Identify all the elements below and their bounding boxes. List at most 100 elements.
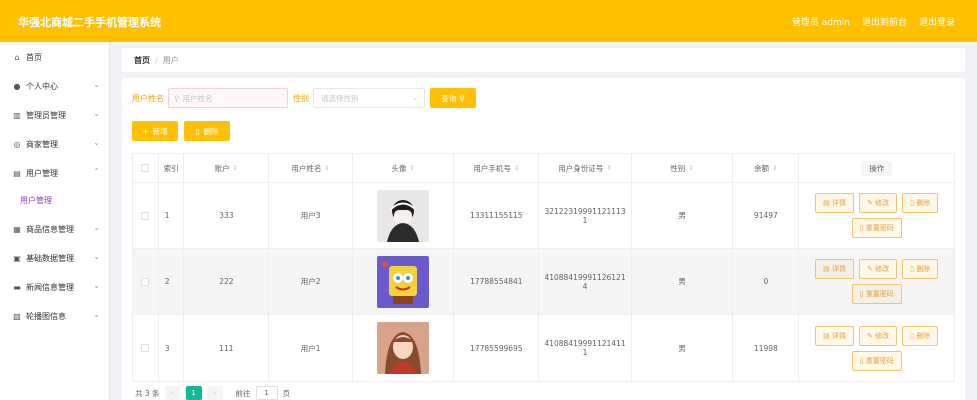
edit-button[interactable]: ✎ 修改 [859,193,898,213]
cell-name: 用户2 [269,249,353,314]
chevron-down-icon: ⌄ [412,94,418,102]
row-checkbox[interactable] [141,344,150,352]
cell-balance: 91497 [733,183,800,248]
document-icon: ▤ [823,331,830,340]
select-all-checkbox[interactable] [141,164,150,172]
col-gender[interactable]: 性别 ⇕ [632,154,734,182]
table-row: 1 333 用户3 13311155115 321223199911211131… [133,183,954,249]
sidebar-item-profile[interactable]: ● 个人中心 ⌄ [0,75,110,97]
sort-icon: ⇕ [772,164,778,172]
sidebar-subitem-user-management[interactable]: 用户管理 [0,190,110,210]
sidebar-item-merchants[interactable]: ◎ 商家管理 ⌄ [0,133,110,155]
search-icon: ⚲ [459,93,465,103]
gender-select[interactable]: 请选择性别 ⌄ [313,88,425,108]
col-balance[interactable]: 余额 ⇕ [733,154,800,182]
sidebar-item-users[interactable]: ▤ 用户管理 ⌃ [0,162,110,184]
chevron-down-icon: ⌄ [93,80,100,89]
goto-label: 前往 [235,388,251,398]
name-input[interactable]: ⚲ 用户姓名 [168,88,288,108]
col-phone[interactable]: 用户手机号 ⇕ [454,154,540,182]
sidebar-item-basic-data[interactable]: ▣ 基础数据管理 ⌄ [0,247,110,269]
delete-button[interactable]: ▯ 删除 [902,325,939,346]
trash-icon: ▤ [13,168,21,178]
edit-icon: ✎ [867,331,873,340]
breadcrumb-current: 用户 [162,55,179,65]
sidebar-item-products[interactable]: ▦ 商品信息管理 ⌄ [0,218,110,240]
prev-page-button[interactable]: ‹ [164,386,181,400]
col-name[interactable]: 用户姓名 ⇕ [269,154,353,182]
cell-index: 2 [159,249,185,314]
trash-icon: ▯ [195,126,200,136]
page-1-button[interactable]: 1 [185,386,202,400]
total-count: 共 3 条 [135,388,160,398]
gender-label: 性别 [293,93,309,103]
avatar-image[interactable] [377,322,430,374]
trash-icon: ▯ [859,224,864,232]
detail-button[interactable]: ▤ 详情 [815,259,855,279]
row-checkbox[interactable] [141,277,150,286]
add-button[interactable]: + 新增 [132,121,178,141]
cell-account: 333 [184,183,270,248]
logout-link[interactable]: 退出登录 [919,15,955,28]
col-avatar[interactable]: 头像 ⇕ [353,154,455,182]
reset-password-button[interactable]: ▯ 重置密码 [851,218,902,238]
sort-icon: ⇕ [409,164,415,172]
sidebar-item-home[interactable]: ⌂ 首页 [0,46,110,68]
reset-password-button[interactable]: ▯ 重置密码 [851,284,902,304]
sidebar-item-news[interactable]: ▬ 新闻信息管理 ⌄ [0,276,110,298]
next-page-button[interactable]: › [206,386,223,400]
to-frontend-link[interactable]: 退出到前台 [862,15,907,28]
home-icon: ⌂ [14,52,20,62]
row-checkbox[interactable] [141,211,150,220]
cell-idcard: 410884199911214111 [539,315,632,381]
trash-icon: ▯ [910,331,914,340]
sidebar: ⌂ 首页 ● 个人中心 ⌄ ▥ 管理员管理 ⌄ ◎ 商家管理 ⌄ ▤ 用户管理 … [0,42,110,400]
chevron-down-icon: ⌄ [93,109,100,118]
chat-icon: ▬ [13,282,21,292]
chevron-down-icon: ⌄ [93,281,100,290]
cell-index: 1 [159,183,185,248]
breadcrumb-home[interactable]: 首页 [134,55,150,66]
name-label: 用户姓名 [132,93,164,103]
detail-button[interactable]: ▤ 详情 [815,193,855,213]
cell-gender: 男 [632,183,734,248]
goto-page-input[interactable]: 1 [255,386,278,400]
query-button[interactable]: 查询 ⚲ [430,88,476,108]
document-icon: ▤ [823,199,830,207]
chevron-down-icon: ⌄ [93,138,100,147]
edit-button[interactable]: ✎ 修改 [859,259,898,279]
batch-delete-button[interactable]: ▯ 删除 [184,121,230,141]
cell-idcard: 410884199911261214 [539,249,632,314]
chevron-down-icon: ⌄ [93,252,100,261]
chevron-down-icon: ⌄ [93,310,100,319]
edit-icon: ✎ [867,199,873,207]
search-form: 用户姓名 ⚲ 用户姓名 性别 请选择性别 ⌄ 查询 ⚲ [132,88,476,108]
pagination: 共 3 条 ‹ 1 › 前往 1 页 [135,386,290,400]
col-account[interactable]: 账户 ⇕ [184,154,270,182]
table-header: 索引 账户 ⇕ 用户姓名 ⇕ 头像 ⇕ 用户手机号 ⇕ 用户身份证号 ⇕ 性别 ⇕ 余额 ⇕ … [133,154,954,183]
avatar-image[interactable] [377,189,430,242]
select-all-cell [133,154,159,182]
trash-icon: ▯ [859,356,864,365]
breadcrumb-separator: / [155,55,158,65]
user-table: 索引 账户 ⇕ 用户姓名 ⇕ 头像 ⇕ 用户手机号 ⇕ 用户身份证号 ⇕ 性别 ⇕ 余额 ⇕ … [132,153,955,382]
col-idcard[interactable]: 用户身份证号 ⇕ [539,154,632,182]
delete-button[interactable]: ▯ 删除 [902,193,939,213]
document-icon: ▧ [13,311,21,321]
reset-password-button[interactable]: ▯ 重置密码 [851,350,902,371]
sort-icon: ⇕ [688,164,694,172]
avatar-image[interactable] [377,255,430,308]
sidebar-item-admins[interactable]: ▥ 管理员管理 ⌄ [0,104,110,126]
delete-button[interactable]: ▯ 删除 [902,259,939,279]
edit-button[interactable]: ✎ 修改 [859,325,898,346]
sort-icon: ⇕ [513,164,520,172]
table-row: 3 111 用户1 17785599695 410884199911214111… [133,315,954,381]
bank-icon: ▥ [13,110,21,120]
sidebar-item-carousel[interactable]: ▧ 轮播图信息 ⌄ [0,305,110,327]
cell-phone: 13311155115 [454,183,540,248]
cell-account: 222 [184,249,270,314]
list-icon: ▣ [13,253,21,263]
cell-balance: 0 [733,249,800,314]
edit-icon: ✎ [867,265,873,273]
detail-button[interactable]: ▤ 详情 [815,325,855,346]
